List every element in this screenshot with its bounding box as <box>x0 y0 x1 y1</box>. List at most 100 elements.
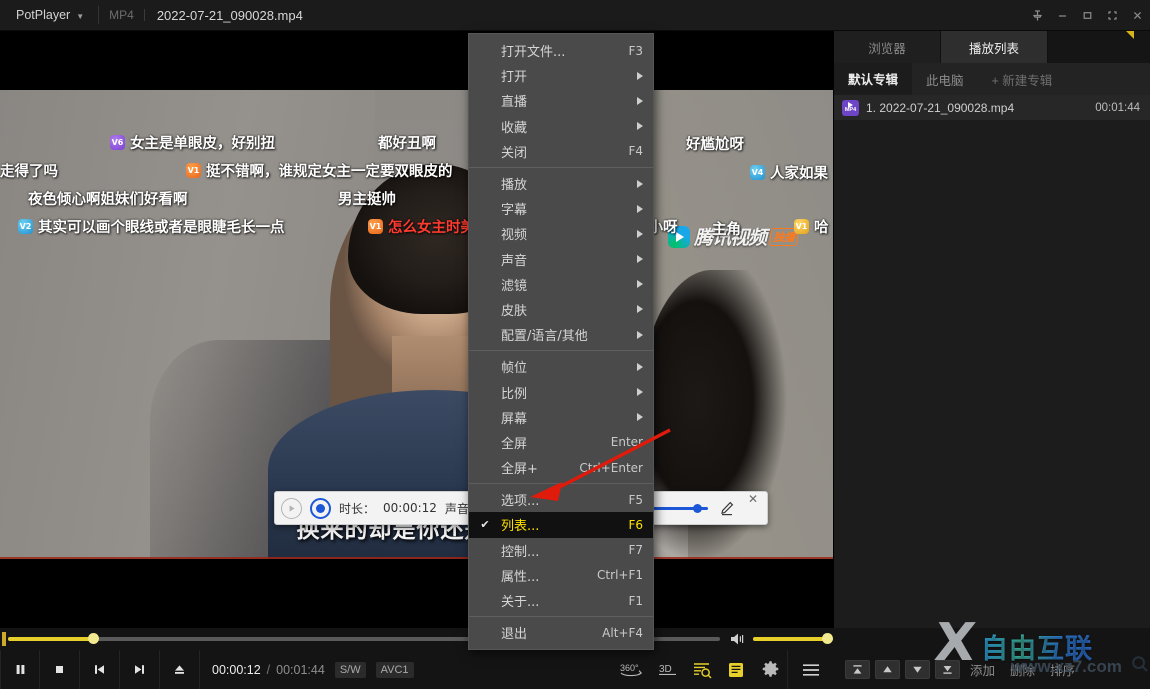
menu-item[interactable]: 滤镜 <box>469 272 653 297</box>
submenu-arrow-icon <box>637 362 643 371</box>
menu-item-label: 播放 <box>501 178 528 194</box>
volume-handle[interactable] <box>821 633 833 644</box>
seek-start-cap <box>2 632 6 646</box>
eject-button[interactable] <box>160 650 200 689</box>
menu-item[interactable]: 关闭 F4 <box>469 139 653 164</box>
playlist-row[interactable]: MP4 1. 2022-07-21_090028.mp4 00:01:44 <box>834 95 1150 120</box>
menu-item[interactable]: 退出 Alt+F4 <box>469 620 653 645</box>
menu-item-shortcut: Enter <box>610 435 643 450</box>
potplayer-window: PotPlayer ▼ MP4 2022-07-21_090028.mp4 腾讯… <box>0 0 1150 689</box>
playlist-tab[interactable]: 播放列表 <box>941 31 1048 63</box>
exclusive-badge: 独播 <box>768 227 800 246</box>
volume-icon[interactable] <box>730 632 746 646</box>
menu-item[interactable]: 声音 <box>469 247 653 272</box>
app-menu-button[interactable]: PotPlayer ▼ <box>0 0 98 31</box>
pause-button[interactable] <box>0 650 40 689</box>
vr-360-button[interactable]: 360° <box>611 650 651 689</box>
pin-icon[interactable] <box>1025 0 1050 31</box>
move-to-top-icon[interactable] <box>845 660 870 679</box>
playlist-tab[interactable]: 浏览器 <box>834 31 941 63</box>
menu-item-label: 屏幕 <box>501 411 528 427</box>
playlist-item-name: 1. 2022-07-21_090028.mp4 <box>866 100 1015 115</box>
codec-chip: AVC1 <box>375 661 414 678</box>
video-stage[interactable]: 腾讯视频 独播 V6 女主是单眼皮，好别扭 都好丑啊 好尴尬呀 走得了吗 V1 挺不错啊，谁… <box>0 31 833 628</box>
sort-button[interactable]: 排序 <box>1045 660 1080 679</box>
menu-item-shortcut: F1 <box>628 593 643 608</box>
submenu-arrow-icon <box>637 413 643 422</box>
menu-item[interactable]: 控制... F7 <box>469 538 653 563</box>
menu-item-label: 选项... <box>501 494 540 510</box>
menu-item[interactable]: 全屏 Enter <box>469 430 653 455</box>
playlist-toggle-button[interactable] <box>719 650 753 689</box>
osd-volume-knob[interactable] <box>692 503 702 513</box>
album-tab[interactable]: + 新建专辑 <box>978 63 1067 95</box>
album-tab[interactable]: 此电脑 <box>912 63 978 95</box>
menu-item-label: 配置/语言/其他 <box>501 329 588 345</box>
previous-button[interactable] <box>80 650 120 689</box>
menu-item[interactable]: 比例 <box>469 379 653 404</box>
menu-item[interactable]: 收藏 <box>469 114 653 139</box>
seek-progress-fill <box>8 637 94 641</box>
menu-item[interactable]: 全屏+ Ctrl+Enter <box>469 455 653 480</box>
menu-item-shortcut: Ctrl+Enter <box>579 460 643 475</box>
minimize-icon[interactable] <box>1050 0 1075 31</box>
play-circle-icon[interactable] <box>281 497 302 519</box>
subtitle-search-button[interactable] <box>685 650 719 689</box>
pencil-icon[interactable] <box>716 497 738 519</box>
submenu-arrow-icon <box>637 305 643 314</box>
time-display: 00:00:12 / 00:01:44 S/W AVC1 <box>200 661 426 678</box>
menu-item[interactable]: 屏幕 <box>469 405 653 430</box>
close-icon[interactable] <box>1125 0 1150 31</box>
menu-item-label: 列表... <box>501 519 540 535</box>
playlist-items[interactable]: MP4 1. 2022-07-21_090028.mp4 00:01:44 <box>834 95 1150 628</box>
menu-item[interactable]: 字幕 <box>469 196 653 221</box>
menu-item[interactable]: 打开文件... F3 <box>469 38 653 63</box>
menu-item[interactable]: 配置/语言/其他 <box>469 322 653 347</box>
menu-item[interactable]: 打开 <box>469 63 653 88</box>
menu-item[interactable]: 直播 <box>469 88 653 113</box>
menu-item-label: 全屏 <box>501 436 528 452</box>
menu-item[interactable]: 播放 <box>469 171 653 196</box>
video-surface[interactable]: 腾讯视频 独播 V6 女主是单眼皮，好别扭 都好丑啊 好尴尬呀 走得了吗 V1 挺不错啊，谁… <box>0 90 833 559</box>
album-tab-strip: 默认专辑 此电脑 + 新建专辑 <box>834 63 1150 95</box>
maximize-icon[interactable] <box>1075 0 1100 31</box>
menu-item[interactable]: 关于... F1 <box>469 588 653 613</box>
menu-item[interactable]: 选项... F5 <box>469 487 653 512</box>
record-icon[interactable] <box>310 497 331 519</box>
menu-item-label: 直播 <box>501 95 528 111</box>
move-to-bottom-icon[interactable] <box>935 660 960 679</box>
menu-item[interactable]: ✔ 列表... F6 <box>469 512 653 538</box>
move-up-icon[interactable] <box>875 660 900 679</box>
three-d-button[interactable]: 3D <box>651 650 685 689</box>
menu-item-label: 比例 <box>501 386 528 402</box>
volume-fill <box>753 637 827 641</box>
menu-item-label: 皮肤 <box>501 303 528 319</box>
app-name-label: PotPlayer <box>16 8 71 22</box>
menu-item[interactable]: 帧位 <box>469 354 653 379</box>
menu-item[interactable]: 属性... Ctrl+F1 <box>469 563 653 588</box>
current-time: 00:00:12 <box>212 662 261 677</box>
next-button[interactable] <box>120 650 160 689</box>
menu-item[interactable]: 皮肤 <box>469 297 653 322</box>
volume-slider[interactable] <box>753 633 833 644</box>
seek-handle[interactable] <box>88 633 100 644</box>
total-time: 00:01:44 <box>276 662 325 677</box>
menu-item-label: 全屏+ <box>501 462 538 478</box>
menu-separator <box>469 166 653 168</box>
hamburger-menu-icon[interactable] <box>787 650 833 689</box>
album-tab[interactable]: 默认专辑 <box>834 63 913 95</box>
album-tab-label: 此电脑 <box>926 73 964 88</box>
delete-button[interactable]: 删除 <box>1005 660 1040 679</box>
submenu-arrow-icon <box>637 330 643 339</box>
menu-item-shortcut: F6 <box>628 517 643 532</box>
menu-item-shortcut: F7 <box>628 543 643 558</box>
fullscreen-icon[interactable] <box>1100 0 1125 31</box>
stop-button[interactable] <box>40 650 80 689</box>
menu-item[interactable]: 视频 <box>469 221 653 246</box>
add-button[interactable]: 添加 <box>965 660 1000 679</box>
settings-button[interactable] <box>753 650 787 689</box>
close-icon[interactable]: ✕ <box>746 492 761 515</box>
filename-label: 2022-07-21_090028.mp4 <box>156 7 303 23</box>
move-down-icon[interactable] <box>905 660 930 679</box>
context-menu[interactable]: 打开文件... F3 打开直播收藏 关闭 F4 播放字幕 视频 声音 滤镜皮肤配置/语言/其他帧… <box>468 33 654 651</box>
